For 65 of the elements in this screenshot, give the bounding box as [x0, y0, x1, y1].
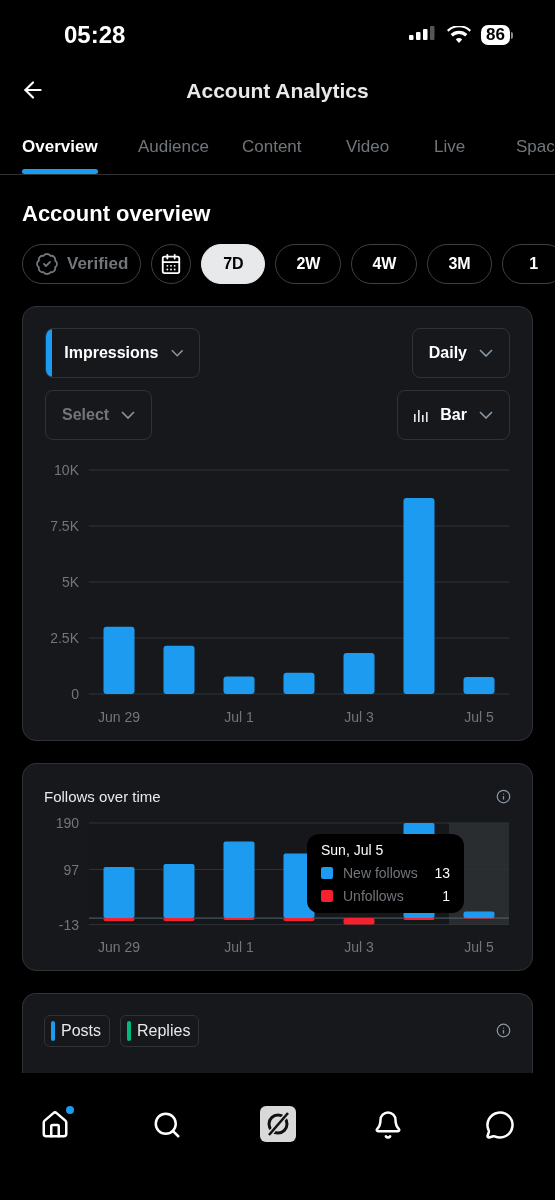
- tooltip-series-label: Unfollows: [343, 886, 404, 906]
- compare-dropdown[interactable]: Select: [45, 389, 153, 440]
- info-icon[interactable]: [496, 1023, 511, 1038]
- chevron-down-icon: [479, 410, 493, 419]
- unfollows-bar: [223, 918, 255, 921]
- tooltip-series-label: New follows: [343, 863, 418, 883]
- unfollows-bar: [163, 918, 195, 922]
- chart-type-dropdown[interactable]: Bar: [397, 389, 510, 440]
- interval-dropdown[interactable]: Daily: [411, 327, 510, 378]
- unfollows-bar: [103, 918, 135, 922]
- y-axis-label: 7.5K: [50, 517, 79, 534]
- tab[interactable]: Content: [242, 128, 346, 174]
- tooltip-value: 13: [434, 863, 450, 883]
- chevron-down-icon: [170, 348, 183, 357]
- impressions-bar: [343, 652, 375, 694]
- wifi-icon: [447, 26, 472, 44]
- impressions-bar: [463, 676, 495, 694]
- tooltip-value: 1: [442, 886, 450, 906]
- calendar-icon: [160, 252, 183, 275]
- new-follows-bar: [163, 864, 195, 919]
- tab[interactable]: Audience: [138, 128, 242, 174]
- impressions-bar: [223, 676, 255, 694]
- tooltip-date: Sun, Jul 5: [321, 840, 385, 860]
- y-axis-label: -13: [58, 916, 79, 933]
- x-axis-label: Jun 29: [98, 939, 140, 955]
- y-axis-label: 5K: [61, 573, 79, 590]
- unfollows-bar: [283, 918, 315, 922]
- chevron-down-icon: [121, 410, 136, 419]
- x-axis-label: Jul 1: [224, 939, 254, 955]
- legend-chip[interactable]: Posts: [44, 1015, 110, 1047]
- x-axis-label: Jul 5: [464, 939, 494, 955]
- chevron-down-icon: [479, 348, 493, 357]
- unfollows-bar: [403, 918, 435, 921]
- tab[interactable]: Overview: [22, 128, 138, 174]
- logo-nav-button[interactable]: [259, 1106, 296, 1142]
- unfollows-bar: [343, 918, 375, 925]
- y-axis-label: 97: [63, 861, 79, 878]
- y-axis-label: 10K: [54, 461, 79, 478]
- badge-check-icon: [35, 251, 59, 276]
- x-axis-label: Jul 3: [344, 708, 374, 725]
- tab[interactable]: Video: [346, 128, 434, 174]
- tab[interactable]: Spac: [516, 128, 555, 174]
- section-heading: Account overview: [21, 199, 212, 228]
- y-axis-label: 2.5K: [50, 629, 79, 646]
- new-follows-bar: [463, 911, 495, 919]
- legend-chip[interactable]: Replies: [120, 1015, 200, 1047]
- impressions-bar: [163, 645, 195, 694]
- impressions-bar: [103, 626, 135, 694]
- status-time: 05:28: [64, 20, 126, 50]
- x-axis-label: Jul 5: [464, 708, 494, 725]
- page-title: Account Analytics: [186, 78, 369, 105]
- y-axis-label: 190: [55, 816, 79, 831]
- range-chip[interactable]: 7D: [201, 243, 266, 284]
- battery-indicator: 86: [481, 25, 513, 45]
- new-follows-bar: [103, 867, 135, 919]
- card-title: Follows over time: [44, 786, 161, 807]
- x-axis-label: Jun 29: [98, 708, 140, 725]
- info-icon[interactable]: [496, 789, 511, 805]
- x-axis-label: Jul 1: [224, 708, 254, 725]
- x-axis-label: Jul 3: [344, 939, 374, 955]
- impressions-bar: [283, 672, 315, 694]
- y-axis-label: 0: [71, 685, 79, 702]
- bar-chart-icon: [414, 407, 429, 422]
- metric-dropdown[interactable]: Impressions: [45, 327, 200, 378]
- tab[interactable]: Live: [434, 128, 516, 174]
